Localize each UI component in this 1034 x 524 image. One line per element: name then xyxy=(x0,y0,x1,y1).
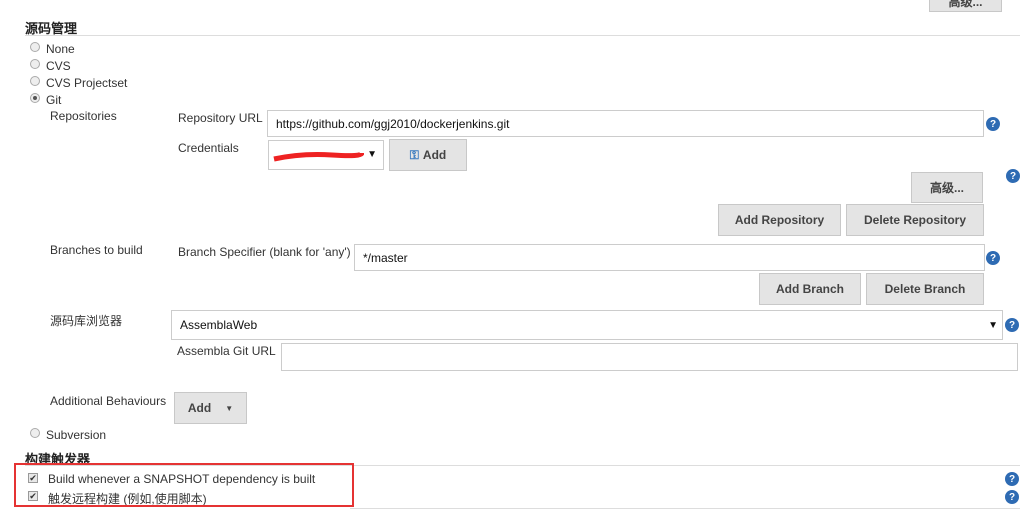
key-icon: ⚿ xyxy=(409,147,419,162)
help-icon[interactable]: ? xyxy=(986,251,1000,265)
add-repository-button[interactable]: Add Repository xyxy=(718,204,841,236)
repo-url-label: Repository URL xyxy=(178,111,263,125)
help-icon[interactable]: ? xyxy=(1005,318,1019,332)
add-branch-button[interactable]: Add Branch xyxy=(759,273,861,305)
repo-browser-select[interactable]: AssemblaWeb ▼ xyxy=(171,310,1003,340)
branch-specifier-input[interactable]: */master xyxy=(354,244,985,271)
chevron-down-icon: ▼ xyxy=(988,320,998,331)
chevron-down-icon: ▼ xyxy=(367,149,377,160)
assembla-url-label: Assembla Git URL xyxy=(177,344,276,358)
help-icon[interactable]: ? xyxy=(986,117,1000,131)
redaction-scribble xyxy=(273,151,364,162)
repositories-label: Repositories xyxy=(50,109,117,123)
advanced-button[interactable]: 高级... xyxy=(911,172,983,203)
help-icon[interactable]: ? xyxy=(1006,169,1020,183)
delete-branch-button[interactable]: Delete Branch xyxy=(866,273,984,305)
add-credentials-button[interactable]: ⚿ Add xyxy=(389,139,467,171)
help-icon[interactable]: ? xyxy=(1005,490,1019,504)
branch-specifier-label: Branch Specifier (blank for 'any') xyxy=(178,245,351,259)
divider xyxy=(25,35,1020,36)
additional-behaviours-add-button[interactable]: Add ▼ xyxy=(174,392,247,424)
delete-repository-button[interactable]: Delete Repository xyxy=(846,204,984,236)
highlight-box xyxy=(14,463,354,507)
caret-down-icon: ▼ xyxy=(225,403,234,413)
advanced-button-top[interactable]: 高级... xyxy=(929,0,1002,12)
repo-browser-label: 源码库浏览器 xyxy=(50,314,123,328)
additional-behaviours-label: Additional Behaviours xyxy=(50,394,167,408)
credentials-select[interactable]: ▼ xyxy=(268,140,384,170)
assembla-url-input[interactable] xyxy=(281,343,1018,371)
credentials-label: Credentials xyxy=(178,141,239,155)
repo-url-input[interactable]: https://github.com/ggj2010/dockerjenkins… xyxy=(267,110,984,137)
branches-label: Branches to build xyxy=(50,243,143,257)
divider xyxy=(350,508,1020,509)
help-icon[interactable]: ? xyxy=(1005,472,1019,486)
